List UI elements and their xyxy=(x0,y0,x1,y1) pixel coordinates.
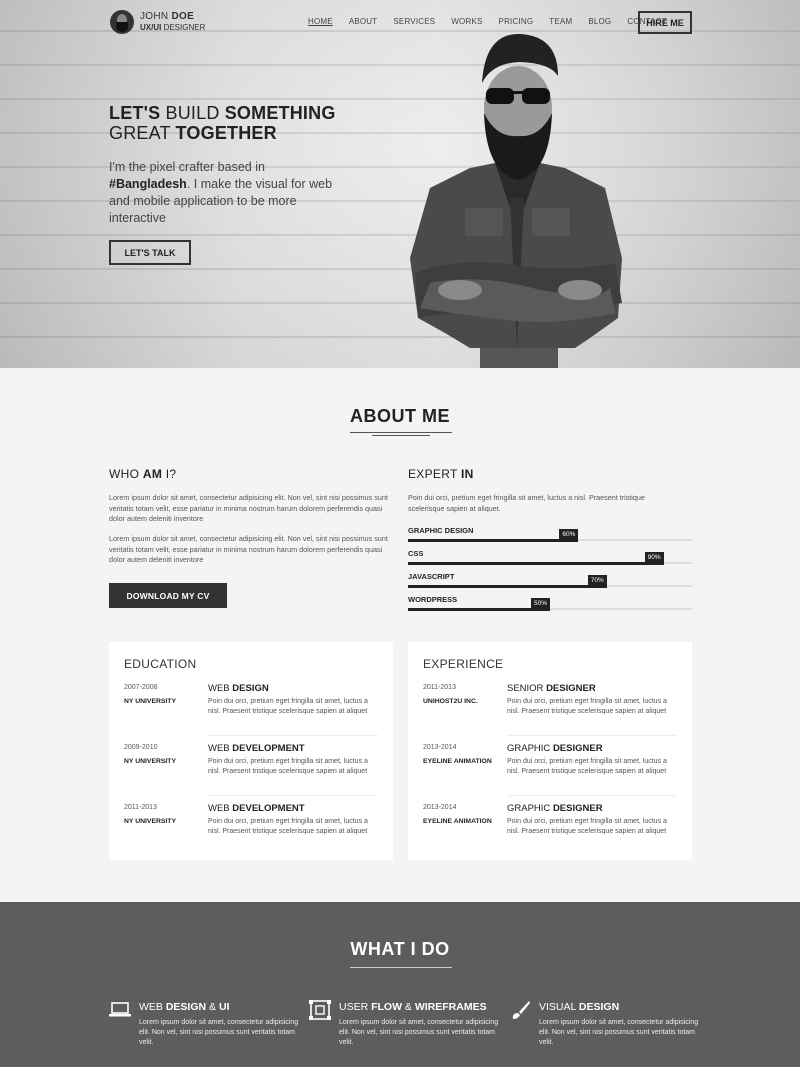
skill-label: GRAPHIC DESIGN xyxy=(408,526,474,535)
main-nav: HOME ABOUT SERVICES WORKS PRICING TEAM B… xyxy=(308,17,683,26)
entry-year: 2013-2014 xyxy=(423,804,457,811)
nav-item-team[interactable]: TEAM xyxy=(549,17,572,26)
entry-year: 2013-2014 xyxy=(423,744,457,751)
skill-bar xyxy=(408,585,607,588)
skill-javascript: JAVASCRIPT 70% xyxy=(408,572,692,592)
service-user-flow: USER FLOW & WIREFRAMES Lorem ipsum dolor… xyxy=(309,1000,509,1060)
experience-card: EXPERIENCE 2011-2013 UNIHOST2U INC. SENI… xyxy=(408,642,692,860)
education-entry: 2011-2013 NY UNIVERSITY WEB DEVELOPMENT … xyxy=(124,803,378,864)
skill-label: JAVASCRIPT xyxy=(408,572,455,581)
entry-org: NY UNIVERSITY xyxy=(124,758,176,765)
entry-title: GRAPHIC DESIGNER xyxy=(507,743,603,754)
portrait-image xyxy=(410,33,622,368)
entry-org: UNIHOST2U INC. xyxy=(423,698,478,705)
brand-logo[interactable]: JOHN DOE UX/UI DESIGNER xyxy=(110,10,205,34)
entry-org: NY UNIVERSITY xyxy=(124,698,176,705)
what-i-do-title: WHAT I DO xyxy=(350,939,450,959)
skill-bar xyxy=(408,608,550,611)
skill-graphic-design: GRAPHIC DESIGN 60% xyxy=(408,526,692,546)
avatar xyxy=(110,10,134,34)
entry-description: Poin dui orci, pretium eget fringilla si… xyxy=(208,818,368,835)
nav-item-works[interactable]: WORKS xyxy=(451,17,482,26)
entry-org: NY UNIVERSITY xyxy=(124,818,176,825)
about-paragraph-1: Lorem ipsum dolor sit amet, consectetur … xyxy=(109,493,388,523)
entry-description: Poin dui orci, pretium eget fringilla si… xyxy=(507,818,667,835)
skill-label: CSS xyxy=(408,549,424,558)
divider xyxy=(208,735,378,736)
nav-item-services[interactable]: SERVICES xyxy=(393,17,435,26)
nav-item-blog[interactable]: BLOG xyxy=(588,17,611,26)
experience-entry: 2013-2014 EYELINE ANIMATION GRAPHIC DESI… xyxy=(423,803,677,864)
entry-description: Poin dui orci, pretium eget fringilla si… xyxy=(507,698,667,715)
skill-wordpress: WORDPRESS 50% xyxy=(408,595,692,615)
entry-description: Poin dui orci, pretium eget fringilla si… xyxy=(208,698,368,715)
experience-heading: EXPERIENCE xyxy=(423,657,504,671)
service-description: Lorem ipsum dolor sit amet, consectetur … xyxy=(139,1019,299,1046)
nav-item-pricing[interactable]: PRICING xyxy=(499,17,534,26)
about-section: ABOUT ME WHO AM I? Lorem ipsum dolor sit… xyxy=(0,368,800,902)
laptop-icon xyxy=(109,1002,131,1017)
service-title: VISUAL DESIGN xyxy=(539,1001,620,1013)
skill-bar xyxy=(408,539,579,542)
about-paragraph-2: Lorem ipsum dolor sit amet, consectetur … xyxy=(109,534,388,564)
experience-entry: 2011-2013 UNIHOST2U INC. SENIOR DESIGNER… xyxy=(423,683,677,744)
skill-percent: 90% xyxy=(644,552,664,563)
who-am-i-heading: WHO AM I? xyxy=(109,467,177,481)
service-title: WEB DESIGN & UI xyxy=(139,1001,230,1013)
entry-description: Poin dui orci, pretium eget fringilla si… xyxy=(507,758,667,775)
wireframe-icon xyxy=(309,1000,331,1020)
brand-role: UX/UI DESIGNER xyxy=(140,23,206,32)
entry-org: EYELINE ANIMATION xyxy=(423,818,492,825)
entry-year: 2011-2013 xyxy=(423,684,456,691)
service-title: USER FLOW & WIREFRAMES xyxy=(339,1001,487,1013)
divider xyxy=(208,795,378,796)
skill-percent: 60% xyxy=(559,529,579,540)
about-title: ABOUT ME xyxy=(350,406,450,426)
entry-description: Poin dui orci, pretium eget fringilla si… xyxy=(208,758,368,775)
title-underline xyxy=(350,967,452,968)
divider xyxy=(507,795,677,796)
experience-entry: 2013-2014 EYELINE ANIMATION GRAPHIC DESI… xyxy=(423,743,677,804)
hire-me-button[interactable]: HIRE ME xyxy=(638,11,692,34)
entry-title: WEB DESIGN xyxy=(208,683,269,694)
skill-bar xyxy=(408,562,664,565)
skill-label: WORDPRESS xyxy=(408,595,458,604)
expert-in-heading: EXPERT IN xyxy=(408,467,474,481)
skill-percent: 50% xyxy=(531,598,551,609)
nav-item-home[interactable]: HOME xyxy=(308,17,333,26)
education-entry: 2009-2010 NY UNIVERSITY WEB DEVELOPMENT … xyxy=(124,743,378,804)
service-description: Lorem ipsum dolor sit amet, consectetur … xyxy=(539,1019,699,1046)
entry-title: WEB DEVELOPMENT xyxy=(208,803,305,814)
education-entry: 2007-2008 NY UNIVERSITY WEB DESIGN Poin … xyxy=(124,683,378,744)
brush-icon xyxy=(512,1001,530,1019)
hero-description: I'm the pixel crafter based in #Banglade… xyxy=(109,160,333,225)
hero-headline: LET'S BUILD SOMETHING GREAT TOGETHER xyxy=(109,103,336,143)
entry-org: EYELINE ANIMATION xyxy=(423,758,492,765)
hero-section: JOHN DOE UX/UI DESIGNER HOME ABOUT SERVI… xyxy=(0,0,800,368)
divider xyxy=(507,735,677,736)
education-heading: EDUCATION xyxy=(124,657,197,671)
brand-name: JOHN DOE xyxy=(140,11,195,22)
skill-css: CSS 90% xyxy=(408,549,692,569)
entry-year: 2011-2013 xyxy=(124,804,157,811)
service-visual-design: VISUAL DESIGN Lorem ipsum dolor sit amet… xyxy=(509,1000,709,1060)
lets-talk-button[interactable]: LET'S TALK xyxy=(109,240,191,265)
entry-title: WEB DEVELOPMENT xyxy=(208,743,305,754)
nav-item-about[interactable]: ABOUT xyxy=(349,17,378,26)
entry-year: 2007-2008 xyxy=(124,684,158,691)
expert-description: Poin dui orci, pretium eget fringilla si… xyxy=(408,493,645,513)
title-underline xyxy=(350,432,452,433)
service-web-design: WEB DESIGN & UI Lorem ipsum dolor sit am… xyxy=(109,1000,309,1060)
entry-year: 2009-2010 xyxy=(124,744,158,751)
skill-percent: 70% xyxy=(587,575,607,586)
title-underline-short xyxy=(372,435,430,436)
entry-title: SENIOR DESIGNER xyxy=(507,683,596,694)
education-card: EDUCATION 2007-2008 NY UNIVERSITY WEB DE… xyxy=(109,642,393,860)
download-cv-button[interactable]: DOWNLOAD MY CV xyxy=(109,583,227,608)
entry-title: GRAPHIC DESIGNER xyxy=(507,803,603,814)
what-i-do-section: WHAT I DO WEB DESIGN & UI Lorem ipsum do… xyxy=(0,902,800,1067)
service-description: Lorem ipsum dolor sit amet, consectetur … xyxy=(339,1019,499,1046)
